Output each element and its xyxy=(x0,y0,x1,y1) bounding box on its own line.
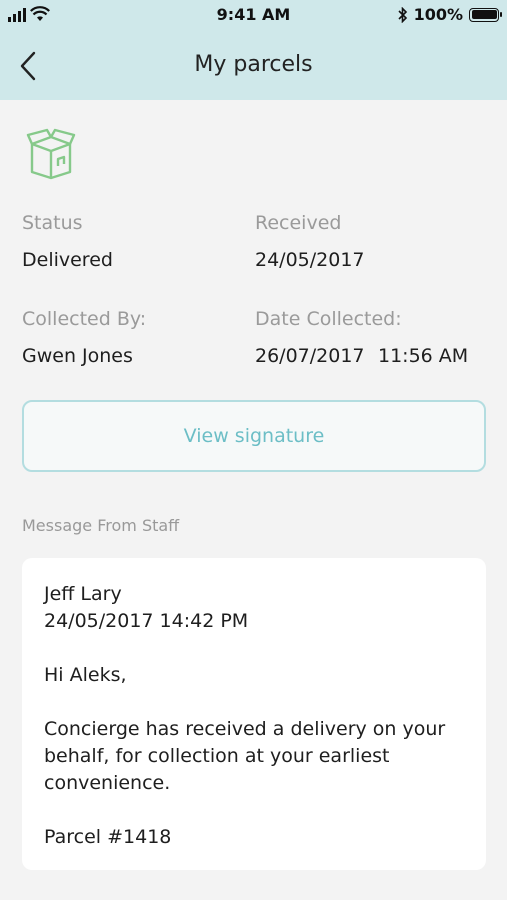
app-header: 9:41 AM 100% My parcels xyxy=(0,0,507,100)
collected-by-label: Collected By: xyxy=(22,308,147,330)
battery-percent: 100% xyxy=(413,5,463,24)
status-value: Delivered xyxy=(22,249,113,271)
parcel-box-icon xyxy=(26,128,76,180)
message-greeting: Hi Aleks, xyxy=(44,664,127,686)
battery-icon xyxy=(469,7,502,22)
staff-message-card: Jeff Lary 24/05/2017 14:42 PM Hi Aleks, … xyxy=(22,558,486,870)
message-datetime: 24/05/2017 14:42 PM xyxy=(44,610,249,632)
message-body-line: convenience. xyxy=(44,772,171,794)
collected-by-value: Gwen Jones xyxy=(22,345,133,367)
date-collected-value: 26/07/2017 xyxy=(255,345,365,367)
message-parcel-ref: Parcel #1418 xyxy=(44,826,172,848)
received-label: Received xyxy=(255,212,342,234)
received-value: 24/05/2017 xyxy=(255,249,365,271)
status-right: 100% xyxy=(397,5,502,24)
message-section-label: Message From Staff xyxy=(22,516,180,535)
time-collected-value: 11:56 AM xyxy=(378,345,469,367)
message-author: Jeff Lary xyxy=(44,583,122,605)
status-bar: 9:41 AM 100% xyxy=(0,0,507,30)
message-body-line: Concierge has received a delivery on you… xyxy=(44,718,446,740)
date-collected-label: Date Collected: xyxy=(255,308,402,330)
page-title: My parcels xyxy=(194,52,313,77)
message-body-line: behalf, for collection at your earliest xyxy=(44,745,390,767)
bluetooth-icon xyxy=(397,6,407,23)
view-signature-button[interactable]: View signature xyxy=(22,400,486,472)
status-label: Status xyxy=(22,212,83,234)
